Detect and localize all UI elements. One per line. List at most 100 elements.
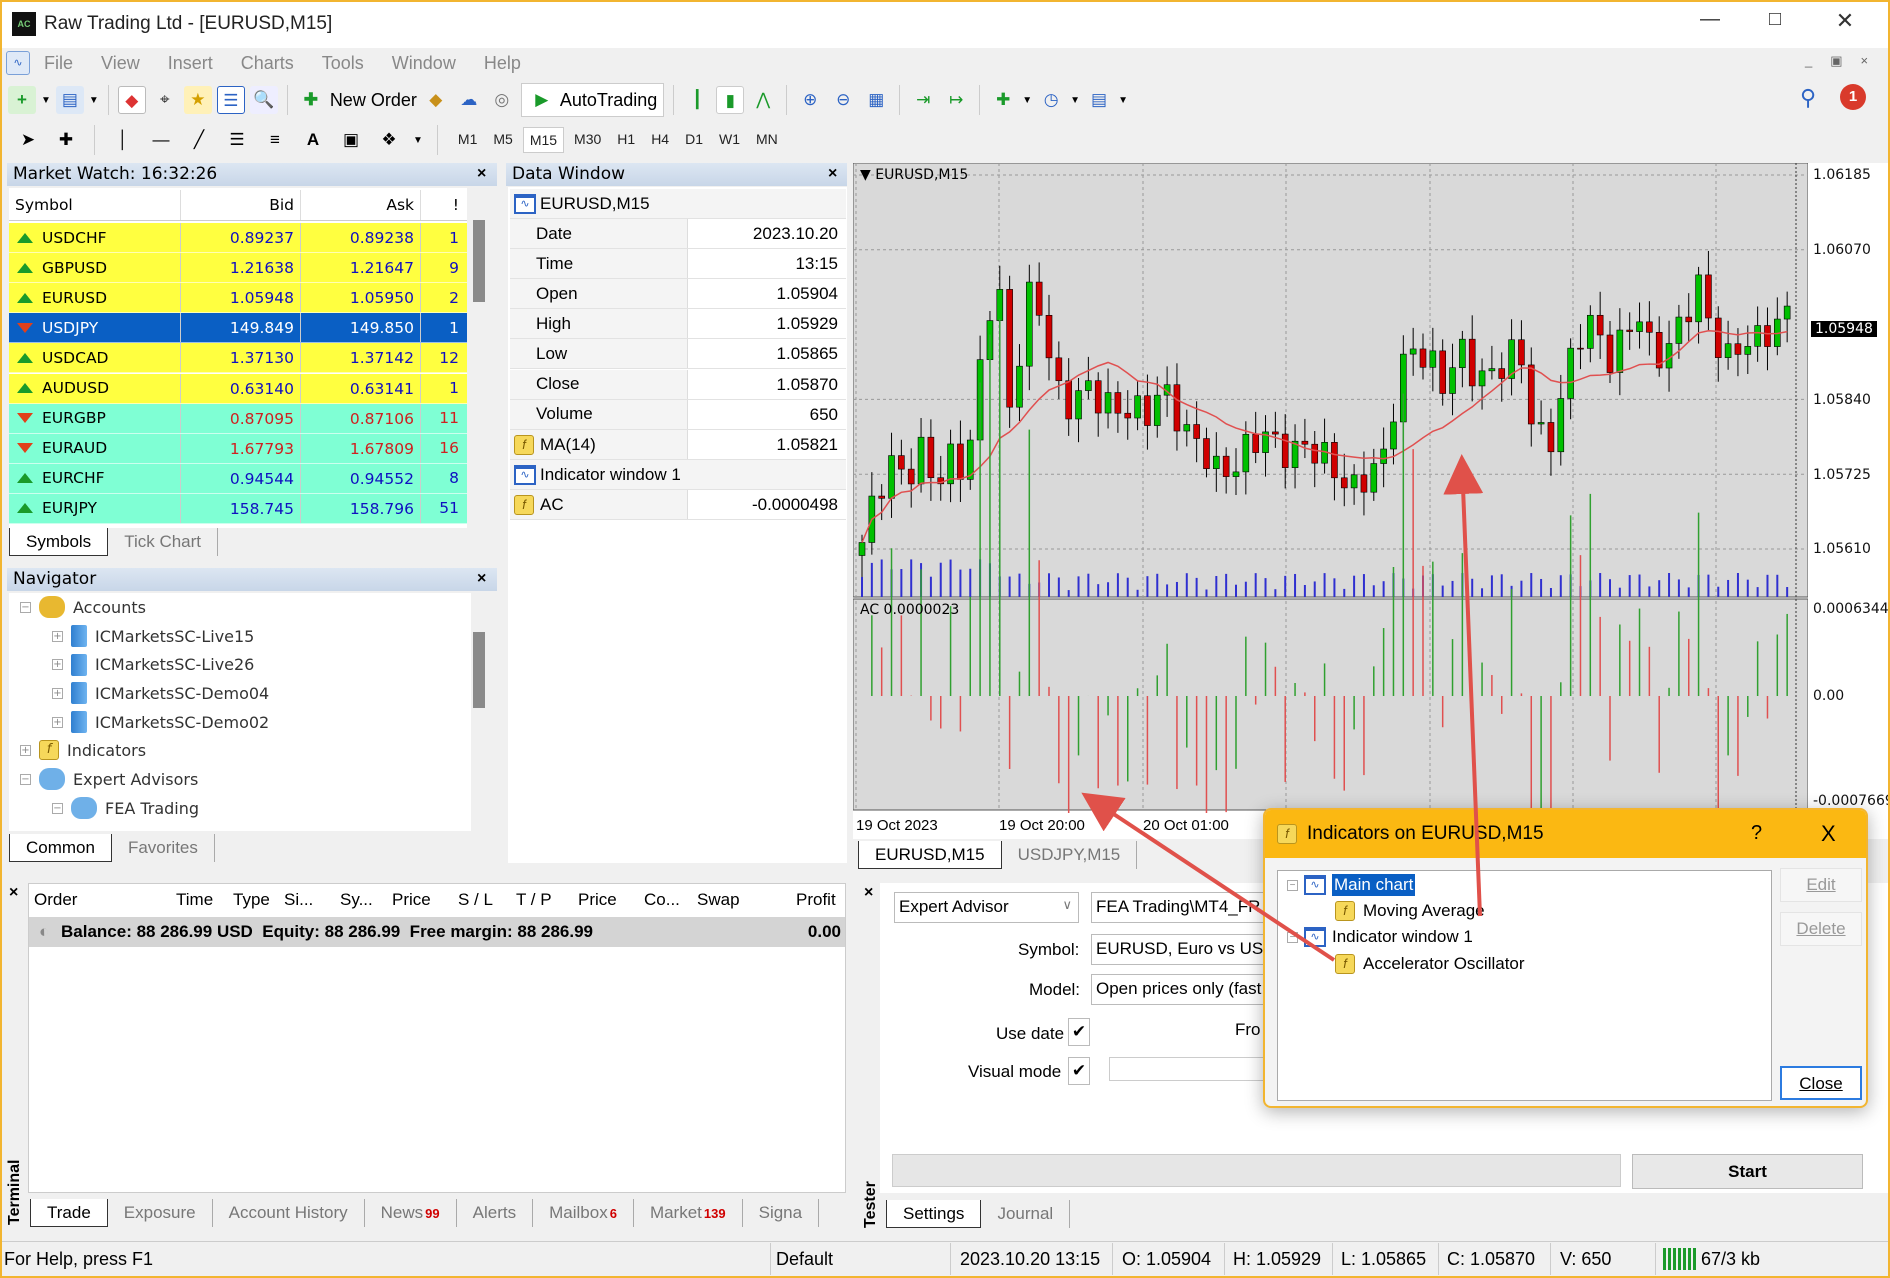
tab-account-history[interactable]: Account History: [213, 1199, 365, 1227]
tree-accelerator-oscillator[interactable]: f Accelerator Oscillator: [1335, 954, 1525, 974]
periods-icon[interactable]: ◷: [1037, 86, 1065, 114]
profiles-icon[interactable]: ▤: [55, 86, 84, 114]
navigator-icon[interactable]: ★: [183, 86, 212, 114]
maximize-button[interactable]: □: [1755, 8, 1795, 38]
chart-canvas[interactable]: [853, 163, 1808, 813]
crosshair-icon[interactable]: ✚: [52, 126, 80, 154]
expand-icon[interactable]: −: [52, 802, 63, 814]
timeframe-h1[interactable]: H1: [611, 127, 641, 153]
candlestick-icon[interactable]: ▮: [716, 86, 745, 114]
tile-windows-icon[interactable]: ▦: [862, 86, 890, 114]
expand-icon[interactable]: +: [52, 659, 63, 671]
column-bid[interactable]: Bid: [181, 190, 301, 220]
tab-mailbox[interactable]: Mailbox 6: [533, 1199, 634, 1227]
menu-view[interactable]: View: [87, 53, 154, 74]
nav-server[interactable]: + ICMarketsSC-Demo04: [52, 682, 269, 705]
menu-charts[interactable]: Charts: [227, 53, 308, 74]
navigator-close-button[interactable]: ×: [477, 568, 486, 590]
column-profit[interactable]: Profit: [796, 890, 836, 910]
dialog-close-x-button[interactable]: X: [1821, 821, 1836, 847]
templates-icon[interactable]: ▤: [1085, 86, 1113, 114]
navigator-scrollbar[interactable]: [472, 620, 486, 830]
market-watch-row[interactable]: AUDUSD 0.63140 0.63141 1: [9, 373, 467, 404]
nav-server[interactable]: + ICMarketsSC-Live15: [52, 625, 254, 647]
visual-speed-slider[interactable]: [1109, 1057, 1279, 1081]
nav-accounts[interactable]: − Accounts: [20, 596, 146, 618]
market-watch-icon[interactable]: ◆: [117, 86, 146, 114]
autoscroll-icon[interactable]: ↦: [942, 86, 970, 114]
new-order-button[interactable]: New Order: [330, 90, 417, 111]
timeframe-h4[interactable]: H4: [645, 127, 675, 153]
tree-moving-average[interactable]: f Moving Average: [1335, 901, 1485, 921]
tab-signa[interactable]: Signa: [743, 1199, 820, 1227]
market-watch-close-button[interactable]: ×: [477, 163, 486, 185]
symbol-select[interactable]: EURUSD, Euro vs US: [1091, 934, 1281, 965]
tester-close-button[interactable]: ×: [864, 882, 873, 904]
nav-ea-fea-trading[interactable]: − FEA Trading: [52, 797, 199, 819]
close-button[interactable]: Close: [1780, 1066, 1862, 1100]
tab-usdjpy-m15[interactable]: USDJPY,M15: [1002, 841, 1138, 869]
timeframe-m30[interactable]: M30: [568, 127, 607, 153]
line-chart-icon[interactable]: ⋀: [749, 86, 777, 114]
column-size[interactable]: Si...: [284, 890, 313, 910]
timeframe-mn[interactable]: MN: [750, 127, 784, 153]
menu-help[interactable]: Help: [470, 53, 535, 74]
mdi-window-controls[interactable]: _▣×: [1805, 53, 1886, 69]
text-label-icon[interactable]: ▣: [337, 126, 365, 154]
nav-server[interactable]: + ICMarketsSC-Demo02: [52, 711, 269, 734]
expand-icon[interactable]: −: [20, 601, 31, 613]
market-watch-row[interactable]: USDJPY 149.849 149.850 1: [9, 313, 467, 344]
column-time[interactable]: Time: [176, 890, 213, 910]
use-date-checkbox[interactable]: ✔: [1068, 1018, 1090, 1046]
column-type[interactable]: Type: [233, 890, 270, 910]
vertical-line-icon[interactable]: │: [109, 126, 137, 154]
trendline-icon[interactable]: ╱: [185, 126, 213, 154]
arrows-icon[interactable]: ❖: [375, 126, 403, 154]
tree-main-chart[interactable]: − ∿ Main chart: [1287, 874, 1416, 896]
expert-select[interactable]: FEA Trading\MT4_FR: [1091, 892, 1281, 923]
market-watch-row[interactable]: USDCHF 0.89237 0.89238 1: [9, 223, 467, 253]
horizontal-line-icon[interactable]: —: [147, 126, 175, 154]
close-window-button[interactable]: ✕: [1825, 8, 1865, 38]
minimize-button[interactable]: —: [1690, 8, 1730, 38]
bar-chart-icon[interactable]: ┃: [683, 86, 711, 114]
market-watch-row[interactable]: USDCAD 1.37130 1.37142 12: [9, 343, 467, 374]
market-watch-row[interactable]: EURGBP 0.87095 0.87106 11: [9, 403, 467, 434]
menu-file[interactable]: File: [30, 53, 87, 74]
column-tp[interactable]: T / P: [516, 890, 552, 910]
signals-icon[interactable]: ◎: [488, 86, 516, 114]
column-price[interactable]: Price: [392, 890, 431, 910]
menu-window[interactable]: Window: [378, 53, 470, 74]
notification-badge[interactable]: 1: [1840, 84, 1866, 110]
tab-favorites[interactable]: Favorites: [112, 834, 215, 862]
tab-journal[interactable]: Journal: [981, 1200, 1071, 1228]
timeframe-d1[interactable]: D1: [679, 127, 709, 153]
timeframe-w1[interactable]: W1: [713, 127, 746, 153]
visual-mode-checkbox[interactable]: ✔: [1068, 1057, 1090, 1085]
tab-market[interactable]: Market 139: [634, 1199, 743, 1227]
timeframe-m1[interactable]: M1: [452, 127, 483, 153]
chart-shift-icon[interactable]: ⇥: [909, 86, 937, 114]
menu-tools[interactable]: Tools: [308, 53, 378, 74]
tab-common[interactable]: Common: [9, 834, 112, 862]
metaeditor-icon[interactable]: ◆: [422, 86, 450, 114]
market-watch-row[interactable]: GBPUSD 1.21638 1.21647 9: [9, 253, 467, 284]
expand-icon[interactable]: +: [52, 716, 63, 728]
market-watch-row[interactable]: EURJPY 158.745 158.796 51: [9, 493, 467, 524]
column-order[interactable]: Order: [34, 890, 77, 910]
market-watch-row[interactable]: EURAUD 1.67793 1.67809 16: [9, 433, 467, 464]
delete-button[interactable]: Delete: [1780, 912, 1862, 946]
nav-server[interactable]: + ICMarketsSC-Live26: [52, 653, 254, 676]
equidistant-channel-icon[interactable]: ☰: [223, 126, 251, 154]
tab-settings[interactable]: Settings: [886, 1200, 982, 1228]
column-symbol[interactable]: Symbol: [9, 190, 181, 220]
tab-tick-chart[interactable]: Tick Chart: [108, 528, 219, 556]
expand-icon[interactable]: +: [20, 744, 31, 756]
tree-indicator-window[interactable]: − ∿ Indicator window 1: [1287, 927, 1473, 947]
dialog-help-button[interactable]: ?: [1751, 822, 1762, 845]
terminal-icon[interactable]: ☰: [216, 86, 245, 114]
timeframe-m5[interactable]: M5: [487, 127, 518, 153]
market-watch-scrollbar[interactable]: [472, 200, 486, 530]
menu-insert[interactable]: Insert: [154, 53, 227, 74]
tab-news[interactable]: News 99: [365, 1199, 457, 1227]
